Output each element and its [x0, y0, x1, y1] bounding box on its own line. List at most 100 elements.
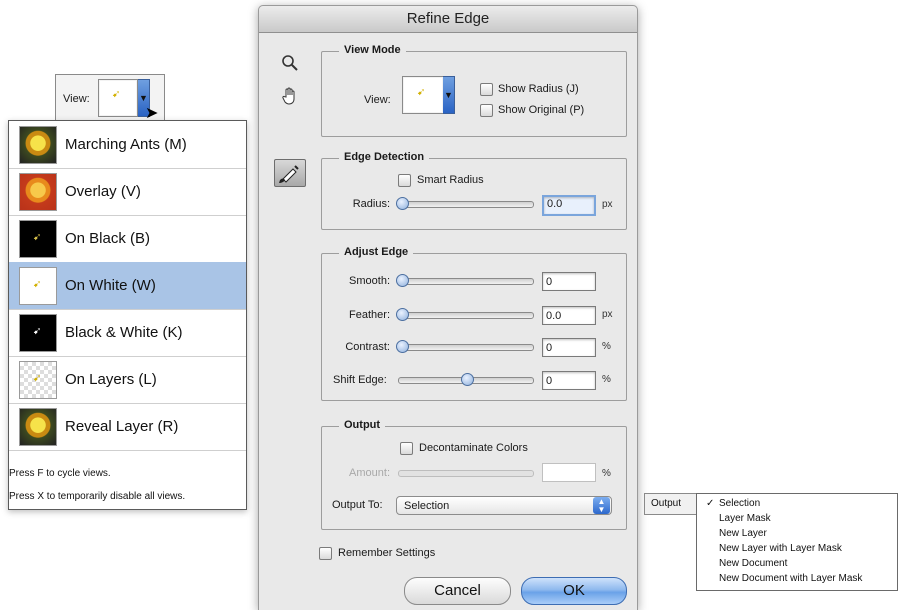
output-option[interactable]: New Document	[719, 558, 787, 569]
contrast-slider-knob[interactable]	[396, 340, 409, 353]
decontaminate-checkbox[interactable]	[400, 442, 413, 455]
magnifier-icon[interactable]	[279, 54, 301, 76]
dialog-title: Refine Edge	[259, 6, 637, 33]
view-popup-thumbnail[interactable]: ➹	[98, 79, 138, 117]
thumb-mark-icon: ➹	[417, 87, 426, 98]
thumb-mark-icon: ➹	[33, 373, 42, 384]
output-option[interactable]: Selection	[719, 498, 760, 509]
view-mode-thumbnail	[19, 173, 57, 211]
view-mode-group: View Mode View: ➹ ▼ Show Radius (J) Show…	[321, 44, 627, 137]
view-thumbnail[interactable]: ➹	[402, 76, 444, 114]
view-mode-item-label: On White (W)	[65, 277, 156, 294]
refine-radius-brush-icon[interactable]	[274, 159, 306, 187]
smart-radius-label: Smart Radius	[417, 174, 484, 186]
smooth-slider-knob[interactable]	[396, 274, 409, 287]
output-to-value: Selection	[404, 500, 450, 512]
show-original-label: Show Original (P)	[498, 104, 585, 116]
output-to-label: Output To:	[332, 499, 383, 511]
view-mode-item[interactable]: ➹ On Black (B)	[9, 215, 246, 263]
contrast-input[interactable]: 0	[542, 338, 596, 357]
output-to-select[interactable]: Selection ▲ ▼	[396, 496, 612, 515]
output-popup-label-box: Output	[644, 493, 698, 515]
view-mode-item[interactable]: ➹ On Layers (L)	[9, 356, 246, 404]
view-label: View:	[364, 94, 391, 106]
cycle-views-note: Press F to cycle views.	[9, 468, 111, 479]
feather-input[interactable]: 0.0	[542, 306, 596, 325]
view-mode-item[interactable]: Overlay (V)	[9, 168, 246, 216]
output-legend: Output	[339, 419, 386, 431]
amount-unit: %	[602, 468, 611, 479]
contrast-label: Contrast:	[345, 341, 390, 353]
output-option[interactable]: New Document with Layer Mask	[719, 573, 862, 584]
feather-slider-knob[interactable]	[396, 308, 409, 321]
view-mode-item-label: Overlay (V)	[65, 183, 141, 200]
thumb-mark-icon: ➹	[33, 232, 42, 243]
show-radius-checkbox[interactable]	[480, 83, 493, 96]
decontaminate-label: Decontaminate Colors	[419, 442, 528, 454]
amount-slider	[398, 470, 534, 477]
thumb-mark-icon: ➹	[33, 279, 42, 290]
edge-detection-group: Edge Detection Smart Radius Radius: 0.0 …	[321, 151, 627, 230]
radius-slider[interactable]	[398, 201, 534, 208]
output-option[interactable]: New Layer with Layer Mask	[719, 543, 842, 554]
ok-button[interactable]: OK	[521, 577, 627, 605]
view-mode-item-label: Marching Ants (M)	[65, 136, 187, 153]
view-popup-header: View: ➹ ▼ ➤	[55, 74, 165, 123]
view-mode-item-label: Black & White (K)	[65, 324, 183, 341]
show-original-checkbox[interactable]	[480, 104, 493, 117]
view-mode-thumbnail	[19, 126, 57, 164]
view-mode-item-label: On Layers (L)	[65, 371, 157, 388]
adjust-edge-legend: Adjust Edge	[339, 246, 414, 258]
adjust-edge-group: Adjust Edge Smooth: 0 Feather: 0.0 px Co…	[321, 246, 627, 401]
output-group: Output Decontaminate Colors Amount: % Ou…	[321, 419, 627, 530]
feather-label: Feather:	[349, 309, 390, 321]
amount-label: Amount:	[349, 467, 390, 479]
disable-views-note: Press X to temporarily disable all views…	[9, 491, 186, 502]
contrast-slider[interactable]	[398, 344, 534, 351]
output-option[interactable]: New Layer	[719, 528, 767, 539]
view-mode-thumbnail: ➹	[19, 267, 57, 305]
smart-radius-checkbox[interactable]	[398, 174, 411, 187]
view-dropdown-arrow[interactable]: ▼	[443, 76, 455, 114]
view-mode-thumbnail: ➹	[19, 220, 57, 258]
checkmark-icon: ✓	[706, 498, 715, 509]
shift-edge-input[interactable]: 0	[542, 371, 596, 390]
view-mode-item-label: On Black (B)	[65, 230, 151, 247]
remember-settings-label: Remember Settings	[338, 547, 436, 559]
smooth-input[interactable]: 0	[542, 272, 596, 291]
thumb-mark-icon: ➹	[112, 89, 121, 100]
remember-settings-checkbox[interactable]	[319, 547, 332, 560]
radius-label: Radius:	[352, 198, 390, 210]
edge-detection-legend: Edge Detection	[339, 151, 430, 163]
show-radius-label: Show Radius (J)	[498, 83, 579, 95]
shift-edge-label: Shift Edge:	[333, 374, 387, 386]
view-mode-item-label: Reveal Layer (R)	[65, 418, 179, 435]
output-options-menu: ✓ Selection Layer Mask New Layer New Layer …	[696, 493, 898, 591]
radius-slider-knob[interactable]	[396, 197, 409, 210]
smooth-slider[interactable]	[398, 278, 534, 285]
view-mode-item[interactable]: Marching Ants (M)	[9, 121, 246, 169]
output-option[interactable]: Layer Mask	[719, 513, 771, 524]
view-mode-item[interactable]: Reveal Layer (R)	[9, 403, 246, 451]
view-mode-item[interactable]: ➹ On White (W)	[9, 262, 246, 310]
feather-slider[interactable]	[398, 312, 534, 319]
contrast-unit: %	[602, 341, 611, 352]
view-mode-thumbnail	[19, 408, 57, 446]
view-mode-legend: View Mode	[339, 44, 406, 56]
view-mode-thumbnail: ➹	[19, 314, 57, 352]
smooth-label: Smooth:	[349, 275, 390, 287]
view-mode-item[interactable]: ➹ Black & White (K)	[9, 309, 246, 357]
view-mode-thumbnail: ➹	[19, 361, 57, 399]
shift-edge-unit: %	[602, 374, 611, 385]
thumb-mark-icon: ➹	[33, 326, 42, 337]
shift-edge-slider-knob[interactable]	[461, 373, 474, 386]
refine-edge-dialog: Refine Edge View Mode View: ➹ ▼ Show Rad…	[258, 5, 638, 610]
cancel-button[interactable]: Cancel	[404, 577, 511, 605]
radius-unit: px	[602, 199, 613, 210]
select-arrows-icon: ▲ ▼	[593, 497, 610, 514]
radius-input[interactable]: 0.0	[542, 195, 596, 216]
view-popup-label: View:	[63, 93, 90, 105]
hand-icon[interactable]	[279, 86, 301, 108]
output-popup-label: Output	[651, 498, 682, 509]
view-mode-menu: Marching Ants (M) Overlay (V) ➹ On Black (B…	[8, 120, 247, 510]
